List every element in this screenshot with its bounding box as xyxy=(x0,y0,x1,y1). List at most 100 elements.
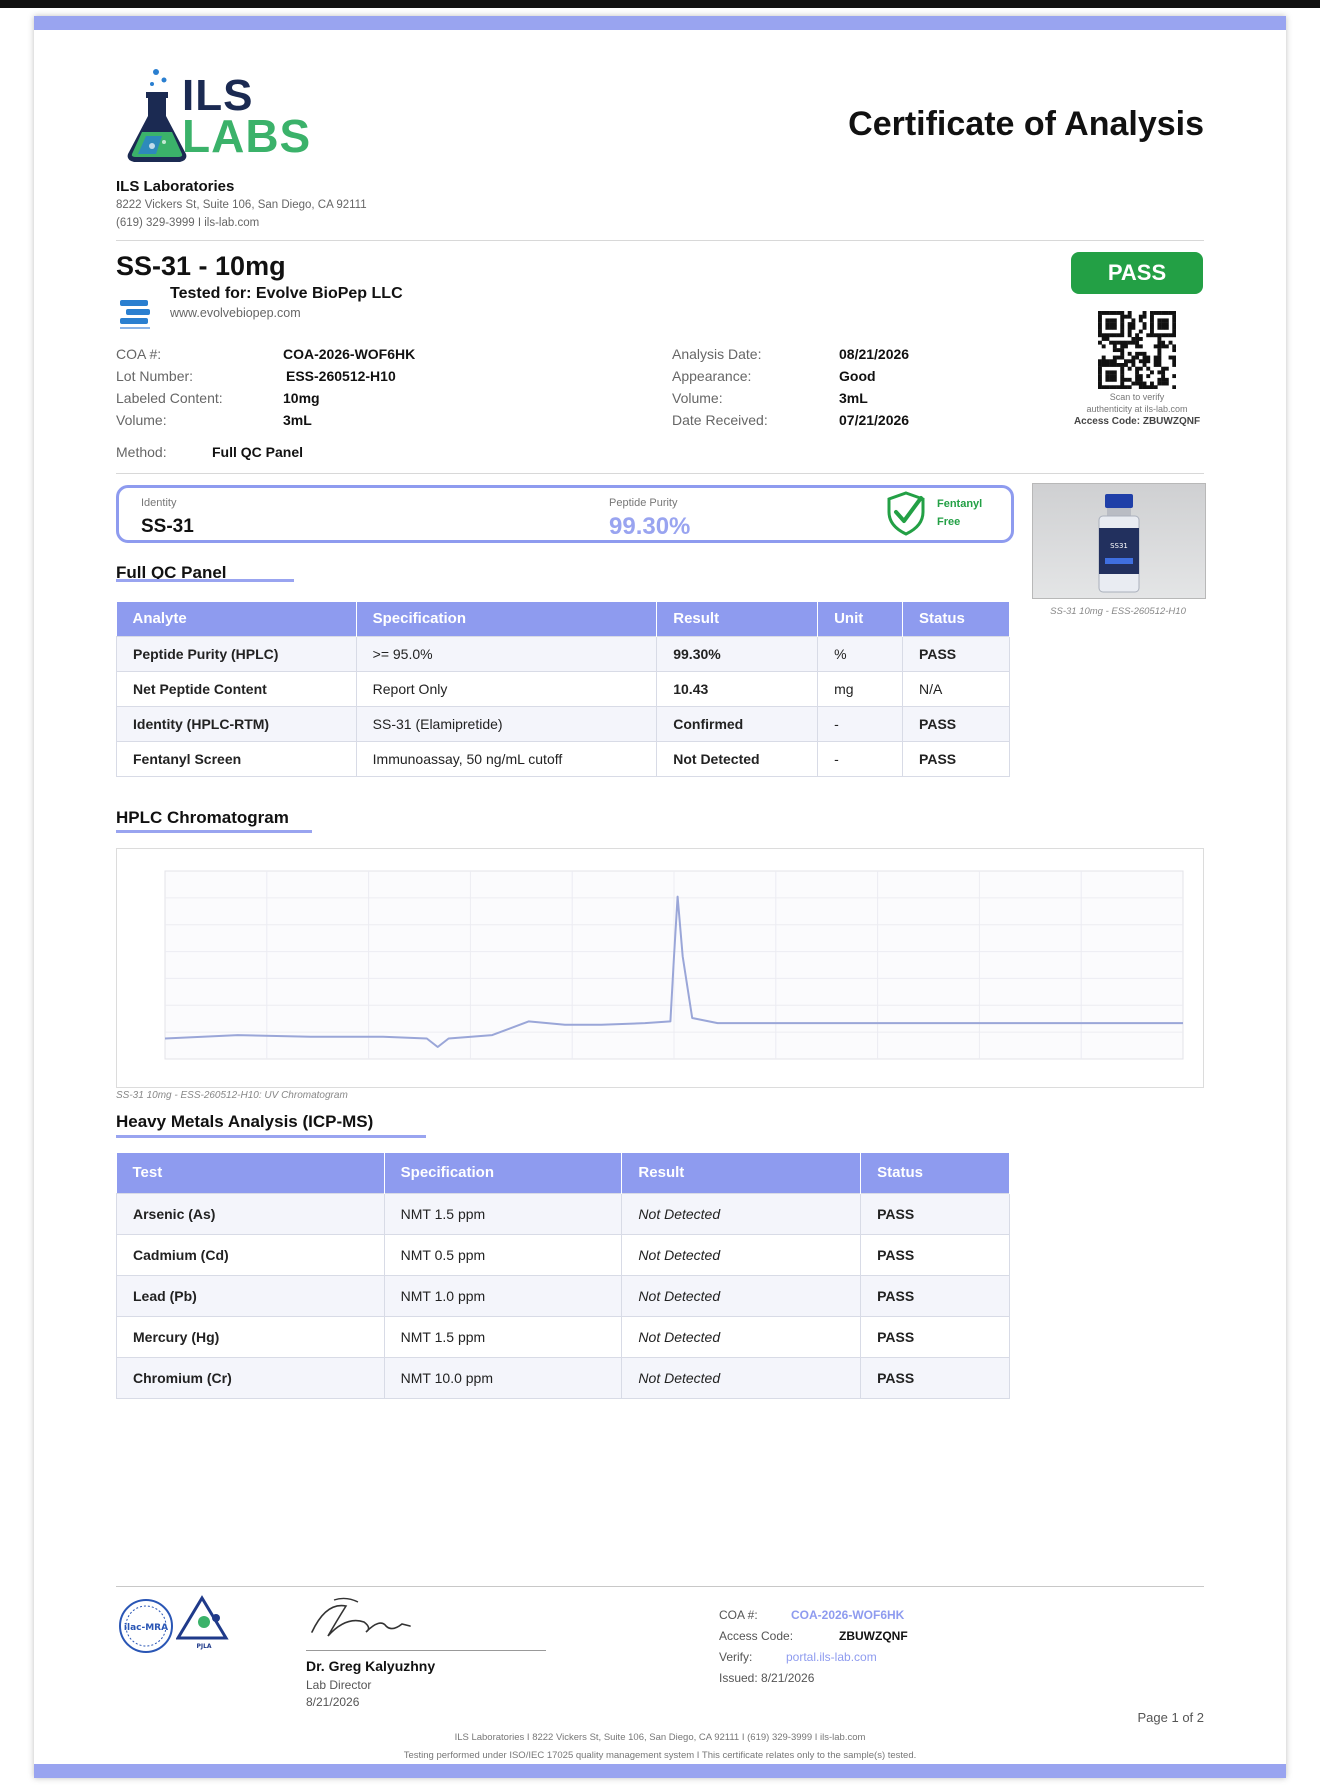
meta-label: Lot Number: xyxy=(116,368,194,384)
column-header: Result xyxy=(656,602,819,636)
chromatogram-caption: SS-31 10mg - ESS-260512-H10: UV Chromato… xyxy=(116,1090,348,1101)
meta-divider xyxy=(116,473,1204,474)
cell-result: Not Detected xyxy=(621,1233,862,1276)
signer-role: Lab Director xyxy=(306,1678,372,1692)
qr-caption-2: authenticity at ils-lab.com xyxy=(1086,404,1188,414)
client-logo-icon xyxy=(118,296,154,332)
cell-status: PASS xyxy=(902,740,1010,777)
cell-specification: SS-31 (Elamipretide) xyxy=(355,705,658,742)
meta-value: Good xyxy=(839,368,876,384)
lab-contact: (619) 329-3999 I ils-lab.com xyxy=(116,217,260,229)
chromatogram-title: HPLC Chromatogram xyxy=(116,808,289,827)
signature-image xyxy=(306,1592,416,1644)
identity-label: Identity xyxy=(141,497,177,509)
cell-specification: Report Only xyxy=(355,670,658,707)
pjla-seal-icon: PJLA xyxy=(175,1594,232,1656)
certificate-page: ILS LABS Certificate of Analysis ILS Lab… xyxy=(34,16,1286,1778)
summary-box: Identity SS-31 Peptide Purity 99.30% Fen… xyxy=(116,485,1014,543)
footer-access-label: Access Code: xyxy=(719,1629,794,1643)
purity-label: Peptide Purity xyxy=(609,497,678,509)
table-row: Lead (Pb) NMT 1.0 ppm Not Detected PASS xyxy=(116,1274,1010,1317)
table-row: Arsenic (As) NMT 1.5 ppm Not Detected PA… xyxy=(116,1192,1010,1235)
chromatogram-chart xyxy=(116,848,1204,1088)
cell-unit: mg xyxy=(817,670,904,707)
product-title: SS-31 - 10mg xyxy=(116,251,286,281)
table-row: Cadmium (Cd) NMT 0.5 ppm Not Detected PA… xyxy=(116,1233,1010,1276)
cell-specification: NMT 1.5 ppm xyxy=(383,1315,623,1358)
lab-name: ILS Laboratories xyxy=(116,178,235,195)
footer-coa-label: COA #: xyxy=(719,1608,758,1622)
cell-result: Not Detected xyxy=(621,1315,862,1358)
cell-result: 99.30% xyxy=(656,635,819,672)
column-header: Specification xyxy=(356,602,658,636)
client-url: www.evolvebiopep.com xyxy=(170,306,301,320)
cell-analyte: Identity (HPLC-RTM) xyxy=(116,705,357,742)
cell-unit: % xyxy=(817,635,904,672)
meta-labeled-content-row: Labeled Content: 10mg xyxy=(116,390,456,412)
footer-issued: Issued: 8/21/2026 xyxy=(719,1671,815,1685)
table-row: Mercury (Hg) NMT 1.5 ppm Not Detected PA… xyxy=(116,1315,1010,1358)
cell-specification: >= 95.0% xyxy=(355,635,658,672)
meta-volume-row: Volume: 3mL xyxy=(672,390,972,412)
vial-caption: SS-31 10mg - ESS-260512-H10 xyxy=(1050,606,1186,617)
meta-value: 07/21/2026 xyxy=(839,412,910,428)
cell-result: Not Detected xyxy=(621,1192,862,1235)
meta-date-received-row: Date Received: 07/21/2026 xyxy=(672,412,972,434)
cell-specification: NMT 1.5 ppm xyxy=(383,1192,623,1235)
cell-test: Arsenic (As) xyxy=(116,1192,385,1235)
cell-test: Lead (Pb) xyxy=(116,1274,385,1317)
cell-specification: NMT 10.0 ppm xyxy=(383,1356,623,1399)
tested-for: Tested for: Evolve BioPep LLC xyxy=(170,285,403,302)
column-header: Status xyxy=(902,602,1010,636)
footer-verify-label: Verify: xyxy=(719,1650,753,1664)
cell-test: Cadmium (Cd) xyxy=(116,1233,385,1276)
top-accent-band xyxy=(34,16,1286,30)
lab-address: 8222 Vickers St, Suite 106, San Diego, C… xyxy=(116,199,367,211)
cell-result: Not Detected xyxy=(621,1274,862,1317)
meta-appearance-row: Appearance: Good xyxy=(672,368,972,390)
meta-right: Analysis Date: 08/21/2026 Appearance: Go… xyxy=(672,346,972,434)
meta-label: Date Received: xyxy=(672,412,768,428)
cell-status: PASS xyxy=(902,705,1010,742)
ilac-mra-text: ilac-MRA xyxy=(124,1623,168,1633)
meta-volume-row: Volume: 3mL xyxy=(116,412,456,434)
cell-status: PASS xyxy=(860,1356,1010,1399)
fentanyl-label: Fentanyl xyxy=(937,498,983,510)
footer-line-2: Testing performed under ISO/IEC 17025 qu… xyxy=(403,1750,917,1761)
method-label: Method: xyxy=(116,444,167,460)
qr-code-icon[interactable] xyxy=(1098,311,1177,390)
chromatogram-svg xyxy=(164,870,1184,1060)
ilac-mra-seal-icon: ilac-MRA xyxy=(118,1598,174,1654)
meta-label: Labeled Content: xyxy=(116,390,223,406)
meta-value: COA-2026-WOF6HK xyxy=(283,346,416,362)
signature-line xyxy=(306,1650,546,1651)
page-number: Page 1 of 2 xyxy=(1137,1710,1205,1725)
meta-label: Analysis Date: xyxy=(672,346,762,362)
meta-left: COA #: COA-2026-WOF6HK Lot Number: ESS-2… xyxy=(116,346,456,434)
bottom-accent-band xyxy=(34,1764,1286,1778)
meta-value: ESS-260512-H10 xyxy=(286,368,396,384)
meta-value: 3mL xyxy=(283,412,312,428)
table-header-row: Test Specification Result Status xyxy=(116,1153,1010,1193)
vial-label: SS31 xyxy=(1110,542,1128,550)
method-value: Full QC Panel xyxy=(212,444,304,460)
table-header-row: Analyte Specification Result Unit Status xyxy=(116,602,1010,636)
qc-panel-table: Analyte Specification Result Unit Status… xyxy=(116,602,1010,777)
meta-value: 10mg xyxy=(283,390,320,406)
table-row: Identity (HPLC-RTM) SS-31 (Elamipretide)… xyxy=(116,705,1010,742)
cell-specification: NMT 0.5 ppm xyxy=(383,1233,623,1276)
purity-value: 99.30% xyxy=(609,513,691,540)
metals-table: Test Specification Result Status Arsenic… xyxy=(116,1153,1010,1399)
cell-analyte: Peptide Purity (HPLC) xyxy=(116,635,357,672)
footer-line-1: ILS Laboratories I 8222 Vickers St, Suit… xyxy=(454,1732,866,1743)
cell-status: PASS xyxy=(860,1274,1010,1317)
meta-lot-row: Lot Number: ESS-260512-H10 xyxy=(116,368,456,390)
cell-specification: NMT 1.0 ppm xyxy=(383,1274,623,1317)
certificate-title: Certificate of Analysis xyxy=(848,105,1204,143)
column-header: Result xyxy=(621,1153,862,1193)
footer-verify-link[interactable]: portal.ils-lab.com xyxy=(786,1650,877,1664)
table-row: Chromium (Cr) NMT 10.0 ppm Not Detected … xyxy=(116,1356,1010,1399)
cell-specification: Immunoassay, 50 ng/mL cutoff xyxy=(355,740,658,777)
cell-result: Not Detected xyxy=(621,1356,862,1399)
column-header: Status xyxy=(860,1153,1010,1193)
